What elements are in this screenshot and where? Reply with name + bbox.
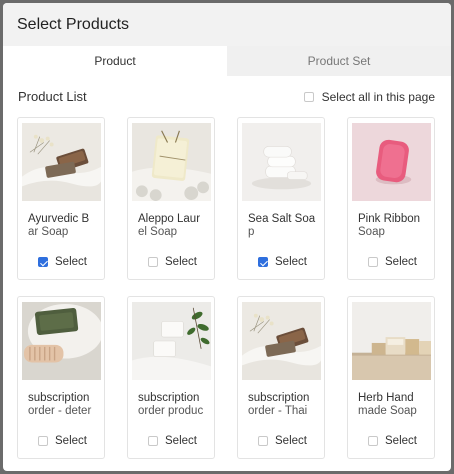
product-card[interactable]: subscription order produc Select [127, 296, 215, 459]
product-image [22, 302, 101, 380]
product-image [132, 302, 211, 380]
select-checkbox-box[interactable] [38, 257, 48, 267]
select-label: Select [55, 256, 87, 268]
product-name: Ayurvedic Bar Soap [28, 213, 90, 238]
select-label: Select [55, 435, 87, 447]
product-image [22, 123, 101, 201]
product-card[interactable]: Sea Salt Soa p Select [237, 117, 325, 280]
select-checkbox[interactable]: Select [368, 435, 417, 447]
product-card[interactable]: Aleppo Laur el Soap Select [127, 117, 215, 280]
select-checkbox-box[interactable] [258, 257, 268, 267]
select-checkbox-box[interactable] [148, 436, 158, 446]
select-all-checkbox[interactable]: Select all in this page [303, 89, 435, 104]
product-card[interactable]: Herb Hand made Soap Select [347, 296, 435, 459]
tab-product-set[interactable]: Product Set [227, 46, 451, 76]
product-image [242, 302, 321, 380]
product-name: Pink Ribbon Soap [358, 213, 421, 238]
select-checkbox-box[interactable] [258, 436, 268, 446]
product-image [352, 123, 431, 201]
product-list-header: Product List Select all in this page [3, 76, 451, 117]
product-image [242, 123, 321, 201]
product-list-title: Product List [18, 89, 87, 104]
select-checkbox-box[interactable] [368, 257, 378, 267]
select-all-label: Select all in this page [321, 89, 435, 104]
select-checkbox[interactable]: Select [148, 256, 197, 268]
product-name: Herb Hand made Soap [358, 392, 417, 417]
select-all-checkbox-box[interactable] [303, 91, 314, 102]
product-image [132, 123, 211, 201]
select-label: Select [165, 435, 197, 447]
select-checkbox[interactable]: Select [38, 256, 87, 268]
tab-bar: Product Product Set [3, 46, 451, 76]
select-label: Select [275, 256, 307, 268]
product-name: Sea Salt Soa p [248, 213, 316, 238]
select-checkbox-box[interactable] [368, 436, 378, 446]
select-products-modal: Select Products Product Product Set Prod… [3, 3, 451, 471]
product-card[interactable]: Ayurvedic Bar Soap Select [17, 117, 105, 280]
select-label: Select [275, 435, 307, 447]
select-label: Select [385, 256, 417, 268]
product-grid: Ayurvedic Bar Soap Select Aleppo Laur el … [3, 117, 451, 471]
select-checkbox[interactable]: Select [258, 435, 307, 447]
select-checkbox[interactable]: Select [258, 256, 307, 268]
product-name: subscription order - Thai [248, 392, 310, 417]
select-label: Select [165, 256, 197, 268]
tab-product[interactable]: Product [3, 46, 227, 76]
product-image [352, 302, 431, 380]
select-checkbox-box[interactable] [38, 436, 48, 446]
modal-title: Select Products [3, 3, 451, 46]
select-checkbox[interactable]: Select [38, 435, 87, 447]
select-checkbox[interactable]: Select [368, 256, 417, 268]
product-card[interactable]: subscription order - Thai Select [237, 296, 325, 459]
product-name: subscription order - deter [28, 392, 92, 417]
select-checkbox-box[interactable] [148, 257, 158, 267]
select-label: Select [385, 435, 417, 447]
product-name: Aleppo Laur el Soap [138, 213, 201, 238]
select-checkbox[interactable]: Select [148, 435, 197, 447]
product-card[interactable]: Pink Ribbon Soap Select [347, 117, 435, 280]
product-name: subscription order produc [138, 392, 204, 417]
product-card[interactable]: subscription order - deter Select [17, 296, 105, 459]
